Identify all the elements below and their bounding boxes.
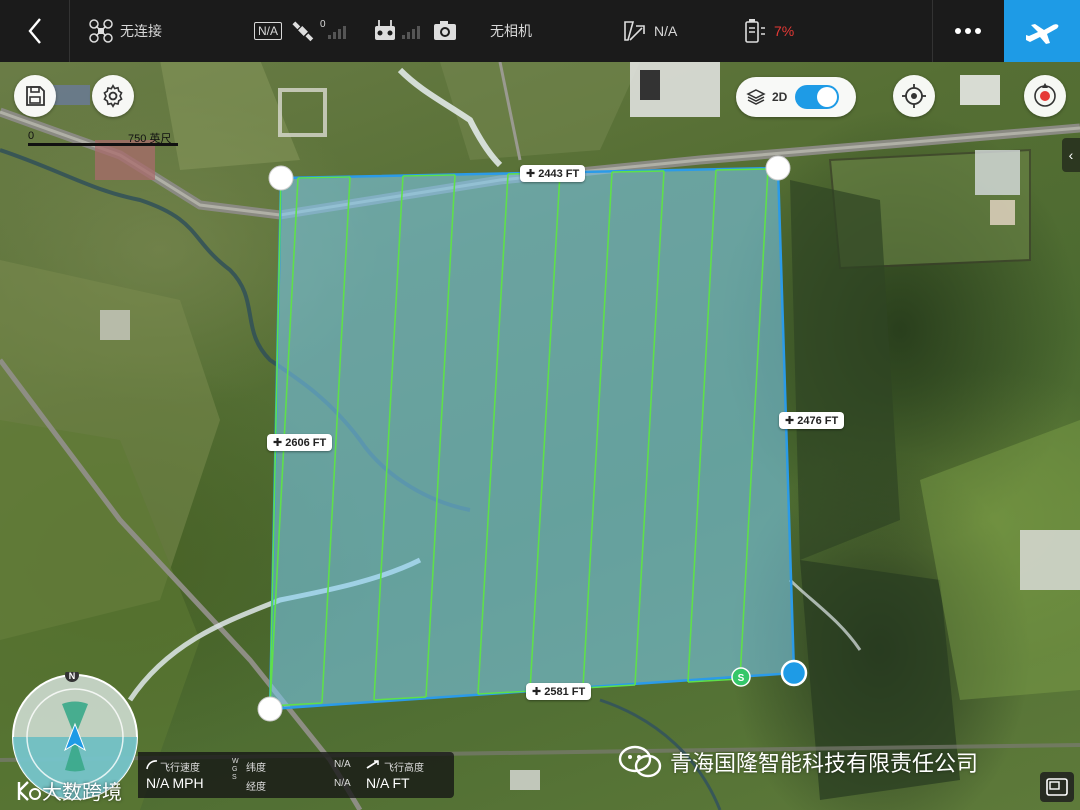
pip-icon — [1046, 778, 1068, 796]
connection-label: 无连接 — [120, 23, 162, 39]
distance-status[interactable]: N/A — [622, 0, 677, 62]
battery-status[interactable]: 7% — [742, 0, 794, 62]
camera-label: 无相机 — [490, 23, 532, 39]
dimension-label-left: ✚ 2606 FT — [267, 434, 333, 451]
dimension-label-bottom: ✚ 2581 FT — [526, 683, 592, 700]
gps-status[interactable]: N/A 0 — [254, 0, 350, 62]
longitude-value: N/A — [334, 778, 351, 789]
drone-icon — [89, 19, 113, 43]
remote-controller-status[interactable] — [372, 0, 424, 62]
top-status-bar: 无连接 N/A 0 无相机 N/A 7% — [0, 0, 1080, 62]
corner-handle-top-right[interactable] — [765, 155, 791, 181]
save-icon — [26, 86, 45, 106]
side-panel-toggle[interactable]: ‹ — [1062, 138, 1080, 172]
telemetry-panel: 飞行速度 N/A MPH W G S 纬度 N/A 经度 N/A 飞行高度 N/… — [138, 752, 454, 798]
start-marker-label: S — [738, 673, 745, 684]
latitude-value: N/A — [334, 759, 351, 770]
map-2d-toggle[interactable]: 2D — [736, 77, 856, 117]
satellite-icon — [292, 21, 314, 42]
picture-in-picture-button[interactable] — [1040, 772, 1074, 802]
wechat-icon — [618, 745, 662, 778]
more-icon — [954, 28, 981, 34]
chevron-left-icon — [27, 18, 41, 44]
satellite-count: 0 — [320, 18, 326, 30]
corner-handle-bottom-right[interactable] — [780, 659, 808, 687]
aircraft-connection-status[interactable]: 无连接 — [88, 0, 162, 62]
compass-north-label: N — [69, 672, 76, 681]
back-button[interactable] — [0, 0, 70, 62]
signal-bars-icon — [327, 26, 346, 39]
camera-status[interactable]: 无相机 — [432, 0, 532, 62]
gear-icon — [103, 84, 123, 108]
more-options-button[interactable] — [932, 0, 1002, 62]
altitude-icon — [366, 760, 379, 769]
view-mode-switch[interactable] — [795, 85, 840, 109]
camera-icon — [434, 21, 456, 40]
speed-label: 飞行速度 — [160, 763, 200, 774]
mission-settings-button[interactable] — [92, 75, 134, 117]
company-watermark: 青海国隆智能科技有限责任公司 — [618, 744, 978, 780]
dimension-label-top: ✚ 2443 FT — [520, 165, 586, 182]
map-scale-bar: 0 750 英尺 — [28, 130, 178, 148]
remote-controller-icon — [375, 20, 395, 40]
view-mode-label: 2D — [772, 90, 788, 104]
bigdata-logo-icon — [17, 780, 41, 801]
corner-handle-top-left[interactable] — [268, 165, 294, 191]
distance-label: N/A — [654, 23, 678, 39]
save-mission-button[interactable] — [14, 75, 56, 117]
compass-heading-icon — [1034, 83, 1056, 107]
takeoff-button[interactable] — [1004, 0, 1080, 62]
battery-label: 7% — [774, 23, 795, 39]
locate-button[interactable] — [893, 75, 935, 117]
altitude-value: N/A FT — [366, 775, 410, 791]
scale-zero-label: 0 — [28, 130, 35, 142]
bigdata-watermark: 大数跨境 — [16, 776, 122, 805]
wgs-label: W G S — [232, 758, 239, 781]
corner-handle-bottom-left[interactable] — [257, 696, 283, 722]
gps-label: N/A — [254, 22, 283, 40]
dimension-label-right: ✚ 2476 FT — [779, 412, 845, 429]
speed-value: N/A MPH — [146, 775, 204, 791]
map-orientation-button[interactable] — [1024, 75, 1066, 117]
airplane-icon — [1026, 24, 1059, 44]
crosshair-icon — [902, 84, 926, 108]
company-name: 青海国隆智能科技有限责任公司 — [670, 752, 979, 777]
distance-icon — [624, 21, 645, 41]
rc-signal-bars-icon — [402, 26, 420, 39]
bigdata-name: 大数跨境 — [42, 780, 122, 804]
battery-icon — [745, 19, 765, 43]
altitude-label: 飞行高度 — [384, 763, 424, 774]
latitude-label: 纬度 — [246, 763, 266, 774]
speed-icon — [146, 760, 158, 770]
layers-icon — [746, 89, 766, 105]
longitude-label: 经度 — [246, 782, 266, 793]
